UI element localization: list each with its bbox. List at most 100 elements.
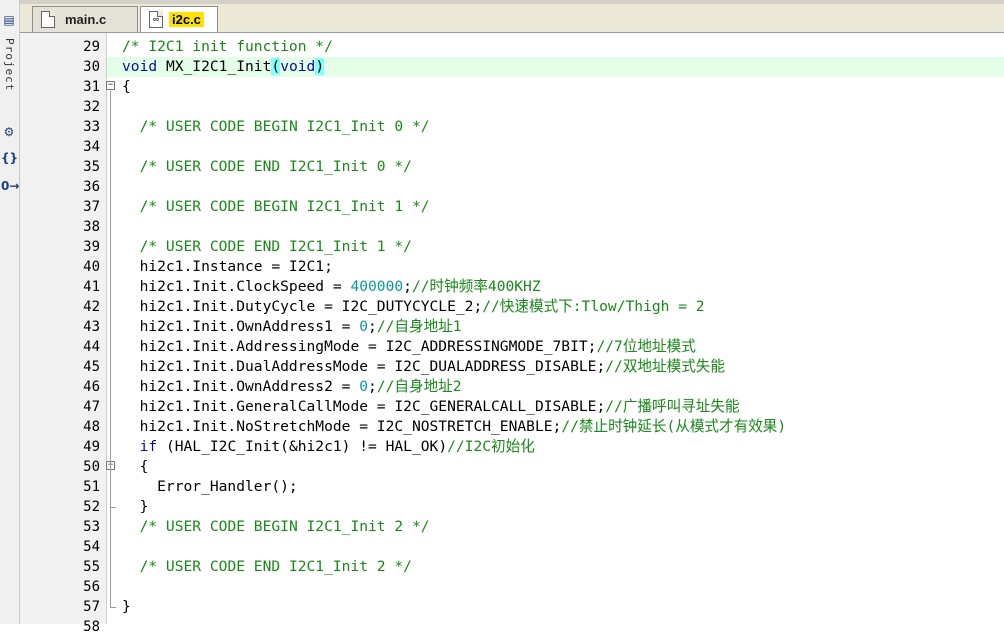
line-number: 38	[83, 219, 100, 235]
code-line[interactable]: 34	[20, 137, 1004, 157]
c-file-modified-icon: ∞	[149, 11, 163, 28]
code-text: hi2c1.Init.ClockSpeed = 400000;//时钟频率400…	[122, 278, 541, 295]
code-text: }	[122, 598, 131, 615]
fold-toggle-icon[interactable]: −	[106, 81, 115, 90]
code-line[interactable]: 30 void MX_I2C1_Init(void)	[83, 57, 1004, 77]
code-line[interactable]: 57}	[20, 597, 1004, 617]
line-number: 56	[83, 579, 100, 595]
tab-main-c[interactable]: main.c	[32, 6, 138, 32]
code-text: /* USER CODE END I2C1_Init 1 */	[139, 238, 412, 255]
line-number: 43	[83, 319, 100, 335]
line-number: 41	[83, 279, 100, 295]
line-number: 55	[83, 559, 100, 575]
code-text: /* USER CODE BEGIN I2C1_Init 2 */	[139, 518, 430, 535]
code-text: /* USER CODE BEGIN I2C1_Init 1 */	[139, 198, 430, 215]
code-text: /* I2C1 init function */	[122, 38, 333, 55]
c-file-icon	[41, 11, 55, 28]
editor-tab-bar: main.c ∞ i2c.c	[20, 0, 1004, 33]
code-line[interactable]: 43 hi2c1.Init.OwnAddress1 = 0;//自身地址1	[20, 317, 1004, 337]
fold-guide-line	[110, 91, 111, 607]
line-number: 50	[83, 459, 100, 475]
code-line[interactable]: 37 /* USER CODE BEGIN I2C1_Init 1 */	[20, 197, 1004, 217]
fold-guide-end	[110, 507, 116, 508]
line-number: 51	[83, 479, 100, 495]
line-number: 32	[83, 99, 100, 115]
line-number: 47	[83, 399, 100, 415]
code-line[interactable]: 41 hi2c1.Init.ClockSpeed = 400000;//时钟频率…	[20, 277, 1004, 297]
line-number: 34	[83, 139, 100, 155]
project-tree-icon[interactable]: ▤	[1, 12, 17, 28]
tab-i2c-c[interactable]: ∞ i2c.c	[140, 6, 218, 32]
code-text: /* USER CODE END I2C1_Init 2 */	[139, 558, 412, 575]
code-text: hi2c1.Instance = I2C1;	[122, 258, 333, 275]
line-number: 36	[83, 179, 100, 195]
code-line[interactable]: 45 hi2c1.Init.DualAddressMode = I2C_DUAL…	[20, 357, 1004, 377]
code-line[interactable]: 58	[20, 617, 1004, 637]
line-number: 46	[83, 379, 100, 395]
code-text: hi2c1.Init.OwnAddress1 = 0;//自身地址1	[122, 318, 462, 335]
code-line[interactable]: 39 /* USER CODE END I2C1_Init 1 */	[20, 237, 1004, 257]
line-number: 48	[83, 419, 100, 435]
code-text: Error_Handler();	[122, 478, 298, 495]
line-number: 44	[83, 339, 100, 355]
code-line[interactable]: 32	[20, 97, 1004, 117]
project-panel-label[interactable]: Project	[3, 38, 16, 91]
line-number: 49	[83, 439, 100, 455]
fold-guide-end	[110, 607, 116, 608]
line-number: 57	[83, 599, 100, 615]
code-line[interactable]: 53 /* USER CODE BEGIN I2C1_Init 2 */	[20, 517, 1004, 537]
code-line[interactable]: 38	[20, 217, 1004, 237]
tab-label: main.c	[65, 12, 107, 27]
code-line[interactable]: 35 /* USER CODE END I2C1_Init 0 */	[20, 157, 1004, 177]
code-editor[interactable]: 29 /* I2C1 init function */ 30 void MX_I2C1…	[20, 33, 1004, 635]
code-text: }	[122, 498, 149, 515]
line-number: 37	[83, 199, 100, 215]
code-text: /* USER CODE END I2C1_Init 0 */	[139, 158, 412, 175]
line-number: 31	[83, 79, 100, 95]
code-line[interactable]: 31−{	[20, 77, 1004, 97]
functions-icon[interactable]: {}	[1, 150, 18, 166]
code-line[interactable]: 49 if (HAL_I2C_Init(&hi2c1) != HAL_OK)//…	[20, 437, 1004, 457]
line-number: 52	[83, 499, 100, 515]
project-side-panel: ▤ Project ⚙ {} 0→	[0, 0, 20, 624]
code-line[interactable]: 51 Error_Handler();	[20, 477, 1004, 497]
line-number: 53	[83, 519, 100, 535]
line-number: 30	[83, 59, 100, 75]
code-line[interactable]: 52 }	[20, 497, 1004, 517]
code-line[interactable]: 40 hi2c1.Instance = I2C1;	[20, 257, 1004, 277]
code-text: hi2c1.Init.NoStretchMode = I2C_NOSTRETCH…	[122, 418, 787, 435]
line-number: 29	[83, 39, 100, 55]
code-text: void MX_I2C1_Init(void)	[122, 58, 325, 75]
line-number: 54	[83, 539, 100, 555]
code-text: hi2c1.Init.DutyCycle = I2C_DUTYCYCLE_2;/…	[122, 298, 705, 315]
line-number: 40	[83, 259, 100, 275]
code-line[interactable]: 44 hi2c1.Init.AddressingMode = I2C_ADDRE…	[20, 337, 1004, 357]
line-number: 42	[83, 299, 100, 315]
line-number: 39	[83, 239, 100, 255]
code-text: {	[122, 78, 131, 95]
code-text: hi2c1.Init.GeneralCallMode = I2C_GENERAL…	[122, 398, 740, 415]
code-line[interactable]: 42 hi2c1.Init.DutyCycle = I2C_DUTYCYCLE_…	[20, 297, 1004, 317]
templates-icon[interactable]: 0→	[1, 178, 19, 194]
code-text: if (HAL_I2C_Init(&hi2c1) != HAL_OK)//I2C…	[139, 438, 535, 455]
code-line[interactable]: 33 /* USER CODE BEGIN I2C1_Init 0 */	[20, 117, 1004, 137]
line-number: 33	[83, 119, 100, 135]
fold-guide-line	[110, 471, 111, 507]
tab-label: i2c.c	[169, 12, 204, 27]
code-text: hi2c1.Init.DualAddressMode = I2C_DUALADD…	[122, 358, 725, 375]
code-text: hi2c1.Init.AddressingMode = I2C_ADDRESSI…	[122, 338, 696, 355]
code-line[interactable]: 47 hi2c1.Init.GeneralCallMode = I2C_GENE…	[20, 397, 1004, 417]
code-line[interactable]: 48 hi2c1.Init.NoStretchMode = I2C_NOSTRE…	[20, 417, 1004, 437]
code-line[interactable]: 36	[20, 177, 1004, 197]
code-line[interactable]: 54	[20, 537, 1004, 557]
code-line[interactable]: 50− {	[20, 457, 1004, 477]
code-text: /* USER CODE BEGIN I2C1_Init 0 */	[139, 118, 430, 135]
code-line[interactable]: 46 hi2c1.Init.OwnAddress2 = 0;//自身地址2	[20, 377, 1004, 397]
line-number: 45	[83, 359, 100, 375]
books-icon[interactable]: ⚙	[1, 124, 17, 140]
code-line[interactable]: 29 /* I2C1 init function */	[20, 37, 1004, 57]
code-text: hi2c1.Init.OwnAddress2 = 0;//自身地址2	[122, 378, 462, 395]
line-number: 35	[83, 159, 100, 175]
code-line[interactable]: 56	[20, 577, 1004, 597]
code-line[interactable]: 55 /* USER CODE END I2C1_Init 2 */	[20, 557, 1004, 577]
